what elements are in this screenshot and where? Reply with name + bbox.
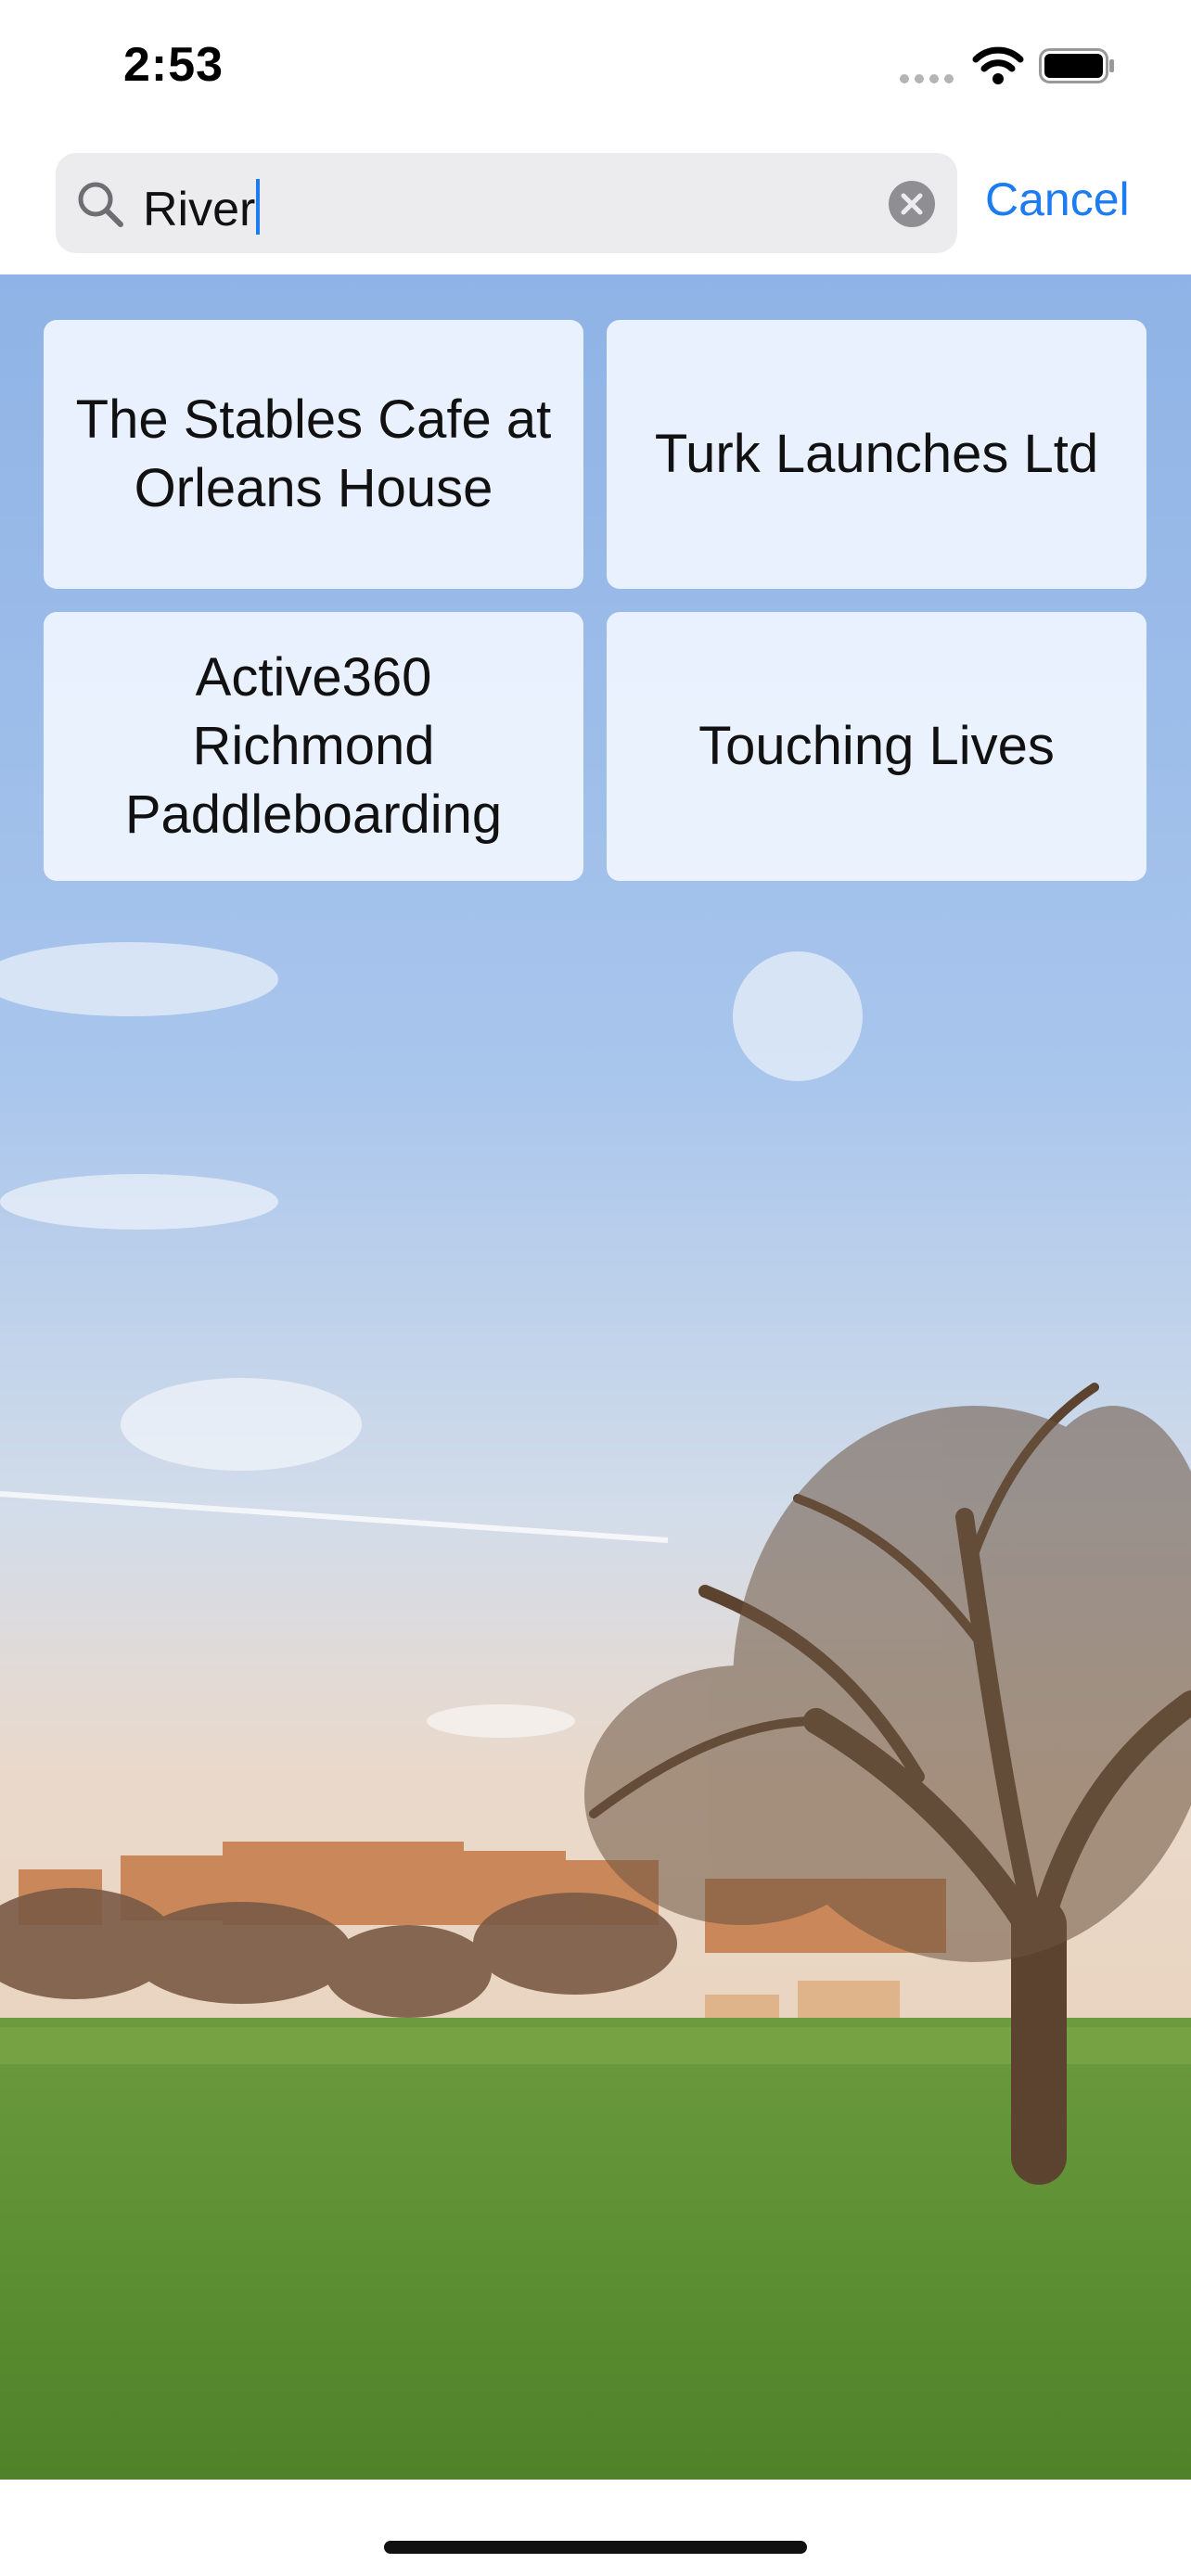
search-field[interactable]: River [56,153,957,253]
search-input[interactable]: River [143,179,261,237]
search-bar: River Cancel [0,139,1191,274]
home-indicator[interactable] [384,2541,807,2554]
status-bar: 2:53 [0,0,1191,139]
cellular-signal-icon [900,74,954,83]
search-query: River [143,183,256,236]
cancel-button[interactable]: Cancel [985,172,1130,226]
status-time: 2:53 [123,38,224,92]
search-icon [78,182,123,227]
home-indicator-area [0,2480,1191,2576]
battery-icon [1039,48,1114,83]
wifi-icon [972,46,1024,84]
search-results-grid: The Stables Cafe at Orleans House Turk L… [44,320,1147,881]
result-tile[interactable]: Turk Launches Ltd [607,320,1146,589]
result-tile[interactable]: The Stables Cafe at Orleans House [44,320,583,589]
clear-icon[interactable] [889,181,935,227]
result-tile[interactable]: Active360 Richmond Paddleboarding [44,612,583,881]
result-tile[interactable]: Touching Lives [607,612,1146,881]
text-cursor [256,179,261,235]
